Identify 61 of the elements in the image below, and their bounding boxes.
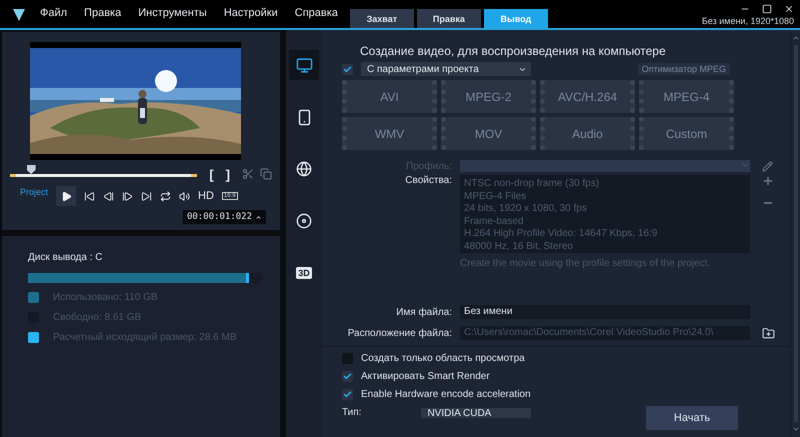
app-logo — [12, 8, 26, 22]
scroll-down-icon[interactable] — [792, 425, 800, 433]
maximize-icon[interactable] — [762, 4, 772, 14]
copy-icon[interactable] — [260, 168, 272, 180]
skip-forward-icon[interactable] — [141, 190, 152, 202]
file-location-label: Расположение файла: — [346, 328, 452, 338]
property-line: 48000 Hz, 16 Bit, Stereo — [464, 240, 574, 253]
nav-button[interactable] — [289, 50, 319, 80]
option-label: Активировать Smart Render — [361, 371, 490, 382]
file-name-field[interactable]: Без имени — [460, 305, 750, 319]
option-label: Создать только область просмотра — [361, 353, 525, 364]
scrubber-thumb[interactable] — [26, 165, 36, 174]
property-line: MPEG-4 Files — [464, 190, 528, 204]
property-line: 24 bits, 1920 x 1080, 30 fps — [464, 203, 588, 216]
nav-button[interactable]: 3D — [289, 258, 319, 288]
checkbox[interactable] — [342, 64, 353, 74]
disc-icon — [296, 213, 312, 229]
property-line: H.264 High Profile Video: 14647 Kbps, 16:9 — [464, 228, 658, 241]
spin-up-icon[interactable] — [255, 214, 262, 220]
mark-out-button[interactable]: ] — [226, 166, 230, 182]
mode-label[interactable]: Project — [20, 187, 48, 197]
volume-icon[interactable] — [179, 190, 190, 202]
checkbox[interactable] — [342, 389, 353, 400]
quality-label[interactable]: HD — [198, 190, 214, 202]
project-info: Без имени, 1920*1080 — [702, 16, 794, 26]
play-icon — [60, 190, 72, 202]
step-forward-icon[interactable] — [122, 190, 134, 202]
plus-icon[interactable] — [762, 175, 774, 187]
scissors-icon[interactable] — [242, 168, 254, 180]
scroll-up-icon[interactable] — [792, 34, 800, 42]
mark-in-button[interactable]: [ — [209, 166, 214, 182]
menu-item[interactable]: Справка — [294, 7, 338, 19]
properties-label: Свойства: — [404, 175, 452, 186]
step-back-icon[interactable] — [103, 190, 114, 202]
type-label: Тип: — [342, 407, 362, 418]
close-icon[interactable] — [784, 4, 794, 14]
pencil-icon[interactable] — [762, 160, 773, 172]
globe-icon — [296, 161, 312, 177]
folder-icon[interactable] — [762, 326, 775, 340]
menu-item[interactable]: Инструменты — [138, 7, 207, 19]
tab[interactable]: Правка — [416, 9, 481, 28]
monitor-icon — [296, 56, 312, 74]
start-button[interactable]: Начать — [646, 406, 738, 430]
property-line: NTSC non-drop frame (30 fps) — [464, 178, 600, 191]
timecode-field[interactable]: 00:00:01:022 — [182, 210, 266, 224]
property-line: Frame-based — [464, 216, 524, 228]
settings-dropdown[interactable]: С параметрами проекта — [361, 62, 531, 76]
disk-title: Диск вывода : C — [28, 252, 104, 263]
option-label: Enable Hardware encode acceleration — [361, 389, 531, 400]
file-name-label: Имя файла: — [395, 306, 452, 318]
section-heading: Создание видео, для воспроизведения на компьютере — [360, 44, 667, 58]
tab[interactable]: Захват — [350, 9, 414, 28]
skip-back-icon[interactable] — [84, 190, 96, 202]
play-button[interactable] — [56, 186, 76, 206]
checkbox[interactable] — [342, 371, 353, 382]
menu-item[interactable]: Правка — [84, 7, 122, 19]
repeat-icon[interactable] — [160, 190, 172, 202]
menu-item[interactable]: Файл — [40, 7, 68, 19]
type-dropdown[interactable]: NVIDIA CUDA — [421, 408, 532, 418]
checkbox[interactable] — [342, 353, 353, 364]
menu-item[interactable]: Настройки — [224, 7, 278, 19]
